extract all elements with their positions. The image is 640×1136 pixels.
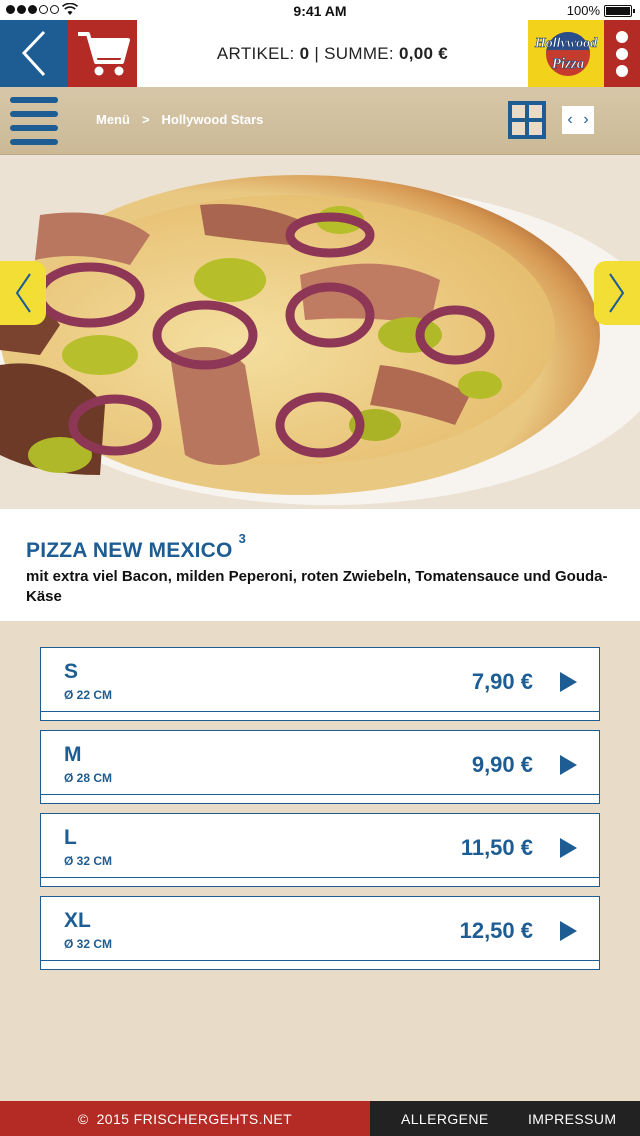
play-arrow-icon [560, 921, 577, 941]
size-label: S [64, 660, 79, 683]
copyright-icon: © [77, 1110, 89, 1127]
top-bar: ARTIKEL: 0 | SUMME: 0,00 € Hollywood Piz… [0, 20, 640, 87]
size-price: 12,50 € [459, 918, 533, 943]
status-time: 9:41 AM [293, 3, 347, 19]
footer: © 2015 FRISCHERGEHTS.NET ALLERGENE IMPRE… [0, 1101, 640, 1136]
copyright-text[interactable]: 2015 FRISCHERGEHTS.NET [97, 1111, 293, 1127]
prev-product-button[interactable] [0, 261, 46, 325]
grid-view-button[interactable] [508, 101, 546, 139]
footer-links: ALLERGENE IMPRESSUM [370, 1101, 640, 1136]
allergen-footnote: 3 [238, 531, 247, 546]
svg-text:Hollywood: Hollywood [534, 36, 598, 51]
size-label: L [64, 826, 77, 849]
imprint-link[interactable]: IMPRESSUM [528, 1111, 616, 1127]
product-name: PIZZA NEW MEXICO [26, 539, 233, 562]
chevron-left-icon [21, 30, 46, 77]
play-arrow-icon [560, 838, 577, 858]
back-button[interactable] [0, 20, 68, 87]
battery-icon [604, 5, 635, 17]
summe-label: SUMME: [324, 43, 394, 63]
size-label: XL [64, 909, 91, 932]
battery-percent: 100% [566, 3, 600, 18]
size-diameter: Ø 32 CM [64, 937, 113, 951]
pizza-photo [0, 155, 640, 509]
size-diameter: Ø 28 CM [64, 771, 113, 785]
artikel-label: ARTIKEL: [216, 43, 295, 63]
size-diameter: Ø 32 CM [64, 854, 113, 868]
svg-text:Pizza: Pizza [552, 56, 585, 72]
hollywood-pizza-logo[interactable]: Hollywood Pizza [528, 20, 604, 87]
product-image [0, 155, 640, 509]
size-price: 11,50 € [460, 835, 533, 860]
product-info: PIZZA NEW MEXICO 3 mit extra viel Bacon, … [0, 509, 640, 621]
product-description: mit extra viel Bacon, milden Peperoni, r… [26, 568, 608, 605]
hamburger-icon [10, 97, 58, 145]
size-options: S Ø 22 CM 7,90 € M Ø 28 CM 9,90 € L Ø 32… [40, 647, 600, 979]
size-price: 7,90 € [471, 669, 533, 694]
nav-bar: Menü > Hollywood Stars [0, 87, 640, 155]
copyright-bar: © 2015 FRISCHERGEHTS.NET [0, 1101, 370, 1136]
breadcrumb-separator: > [141, 112, 150, 127]
play-arrow-icon [560, 755, 577, 775]
size-option-s[interactable]: S Ø 22 CM 7,90 € [40, 647, 600, 721]
cart-button[interactable] [68, 20, 137, 87]
pager-next-button[interactable]: › [583, 112, 588, 128]
size-price: 9,90 € [471, 752, 533, 777]
allergens-link[interactable]: ALLERGENE [401, 1111, 489, 1127]
menu-button[interactable] [10, 97, 58, 145]
breadcrumb-current: Hollywood Stars [161, 112, 264, 127]
breadcrumb-menu-link[interactable]: Menü [96, 112, 130, 127]
size-option-xl[interactable]: XL Ø 32 CM 12,50 € [40, 896, 600, 970]
size-diameter: Ø 22 CM [64, 688, 113, 702]
item-pager: ‹ › [562, 106, 594, 134]
product-title: PIZZA NEW MEXICO 3 [26, 531, 246, 563]
size-label: M [64, 743, 82, 766]
chevron-right-icon [609, 273, 625, 313]
size-option-m[interactable]: M Ø 28 CM 9,90 € [40, 730, 600, 804]
artikel-count: 0 [299, 43, 310, 63]
summary-separator: | [314, 43, 320, 63]
next-product-button[interactable] [594, 261, 640, 325]
size-option-l[interactable]: L Ø 32 CM 11,50 € [40, 813, 600, 887]
breadcrumb: Menü > Hollywood Stars [96, 112, 263, 127]
summe-value: 0,00 € [399, 43, 449, 63]
more-menu-button[interactable] [604, 20, 640, 87]
chevron-left-icon [15, 273, 31, 313]
shopping-cart-icon [78, 32, 130, 76]
status-bar: 9:41 AM 100% [0, 0, 640, 20]
play-arrow-icon [560, 672, 577, 692]
pager-prev-button[interactable]: ‹ [567, 112, 572, 128]
cart-summary: ARTIKEL: 0 | SUMME: 0,00 € [137, 20, 528, 87]
